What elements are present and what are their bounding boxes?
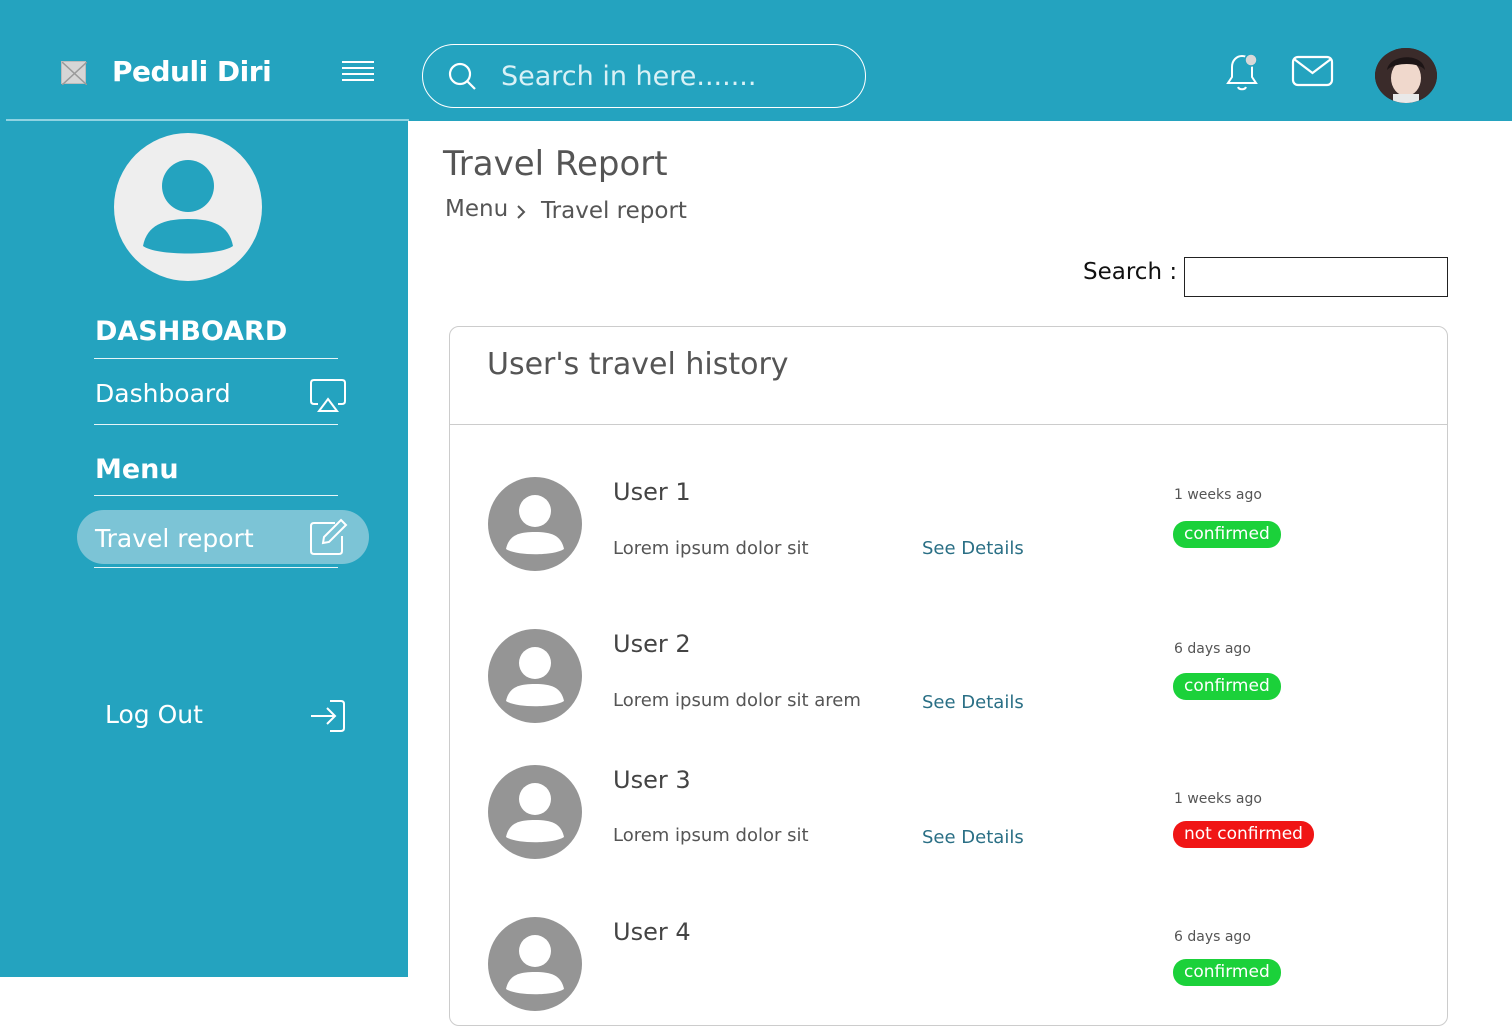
row-description: Lorem ipsum dolor sit bbox=[613, 825, 809, 846]
card-title: User's travel history bbox=[487, 347, 789, 382]
user-avatar-icon bbox=[488, 477, 582, 571]
divider bbox=[94, 495, 338, 496]
list-item: User 4 6 days ago confirmed bbox=[450, 917, 1447, 1025]
breadcrumb-current: Travel report bbox=[541, 198, 687, 224]
table-search-input[interactable] bbox=[1184, 257, 1448, 297]
travel-history-card: User's travel history User 1 Lorem ipsum… bbox=[449, 326, 1448, 1026]
user-name: User 4 bbox=[613, 918, 691, 946]
search-label: Search : bbox=[1083, 259, 1178, 285]
menu-heading: Menu bbox=[95, 454, 179, 485]
divider bbox=[450, 424, 1447, 425]
user-name: User 2 bbox=[613, 630, 691, 658]
status-badge: confirmed bbox=[1173, 521, 1281, 548]
see-details-link[interactable]: See Details bbox=[922, 827, 1024, 848]
user-avatar-icon bbox=[488, 917, 582, 1011]
edit-icon[interactable] bbox=[309, 518, 349, 560]
logout-button[interactable]: Log Out bbox=[105, 700, 203, 729]
app-title: Peduli Diri bbox=[112, 55, 272, 88]
user-name: User 3 bbox=[613, 766, 691, 794]
hamburger-menu-icon[interactable] bbox=[340, 60, 376, 84]
dashboard-heading: DASHBOARD bbox=[95, 316, 288, 347]
sidebar: DASHBOARD Dashboard Menu Travel report L… bbox=[0, 121, 408, 977]
mail-icon[interactable] bbox=[1290, 54, 1336, 90]
page-title: Travel Report bbox=[443, 144, 668, 184]
list-item: User 2 Lorem ipsum dolor sit arem See De… bbox=[450, 629, 1447, 749]
global-search[interactable] bbox=[422, 44, 866, 108]
list-item: User 3 Lorem ipsum dolor sit See Details… bbox=[450, 765, 1447, 885]
search-icon bbox=[447, 61, 477, 91]
row-timestamp: 6 days ago bbox=[1174, 929, 1251, 945]
global-search-input[interactable] bbox=[501, 57, 841, 95]
row-timestamp: 1 weeks ago bbox=[1174, 487, 1262, 503]
status-badge: confirmed bbox=[1173, 673, 1281, 700]
row-description: Lorem ipsum dolor sit bbox=[613, 538, 809, 559]
user-avatar-icon bbox=[488, 765, 582, 859]
breadcrumb-menu[interactable]: Menu bbox=[445, 196, 508, 222]
logout-icon[interactable] bbox=[310, 699, 346, 737]
sidebar-item-label[interactable]: Travel report bbox=[95, 524, 254, 553]
user-name: User 1 bbox=[613, 478, 691, 506]
logo-icon bbox=[61, 61, 88, 86]
top-bar: Peduli Diri bbox=[0, 0, 1512, 121]
divider bbox=[94, 358, 338, 359]
row-description: Lorem ipsum dolor sit arem bbox=[613, 690, 861, 711]
see-details-link[interactable]: See Details bbox=[922, 538, 1024, 559]
row-timestamp: 1 weeks ago bbox=[1174, 791, 1262, 807]
profile-avatar-icon bbox=[114, 133, 262, 281]
see-details-link[interactable]: See Details bbox=[922, 692, 1024, 713]
status-badge: not confirmed bbox=[1173, 821, 1314, 848]
list-item: User 1 Lorem ipsum dolor sit See Details… bbox=[450, 477, 1447, 597]
user-avatar[interactable] bbox=[1375, 48, 1437, 103]
divider bbox=[94, 567, 338, 568]
status-badge: confirmed bbox=[1173, 959, 1281, 986]
airplay-icon[interactable] bbox=[309, 379, 347, 417]
user-avatar-icon bbox=[488, 629, 582, 723]
chevron-right-icon bbox=[514, 202, 528, 222]
notification-bell-icon[interactable] bbox=[1220, 50, 1264, 94]
row-timestamp: 6 days ago bbox=[1174, 641, 1251, 657]
divider bbox=[94, 424, 338, 425]
sidebar-item-dashboard[interactable]: Dashboard bbox=[95, 379, 231, 408]
